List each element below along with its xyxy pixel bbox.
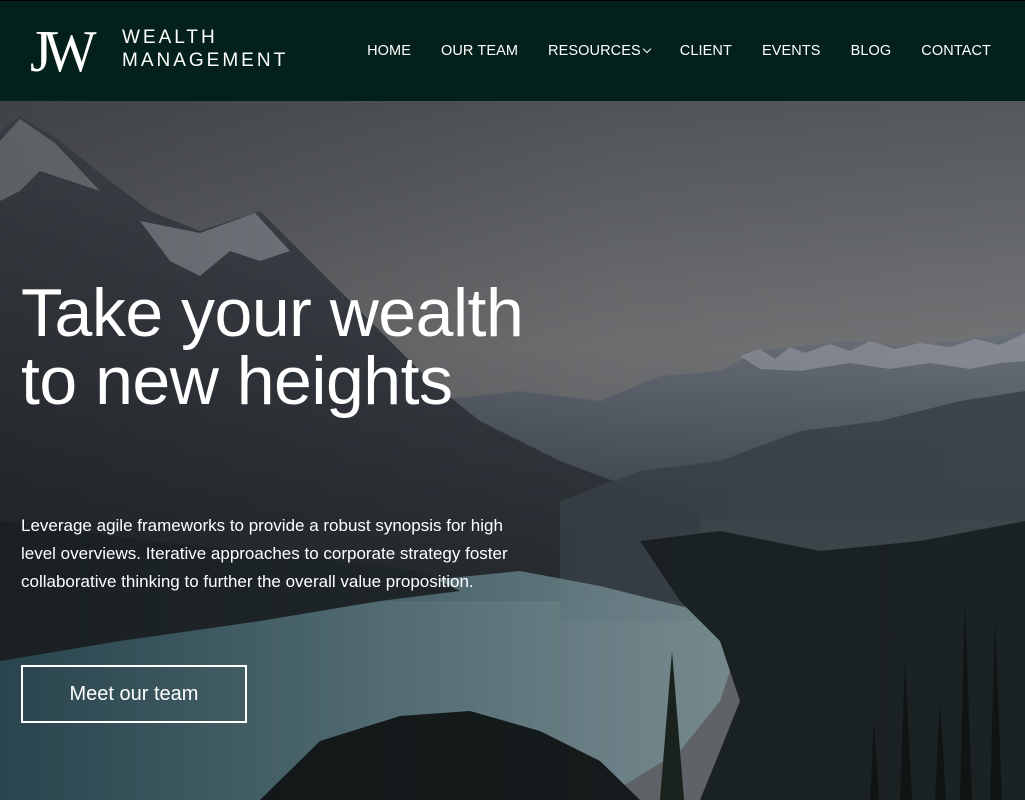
logo-wordmark: WEALTH MANAGEMENT xyxy=(122,26,288,72)
hero-title: Take your wealth to new heights xyxy=(21,275,524,419)
nav-item-label: CLIENT xyxy=(679,43,732,59)
site-header: JW WEALTH MANAGEMENT HOME OUR TEAM RESOU… xyxy=(0,0,1025,101)
nav-item-blog[interactable]: BLOG xyxy=(851,43,892,59)
logo-word-management: MANAGEMENT xyxy=(122,50,289,71)
main-nav: HOME OUR TEAM RESOURCES CLIENT EVENTS BL… xyxy=(367,43,991,59)
hero-description: Leverage agile frameworks to provide a r… xyxy=(21,516,508,591)
nav-item-label: OUR TEAM xyxy=(440,43,519,59)
nav-item-label: HOME xyxy=(367,43,411,59)
nav-item-client[interactable]: CLIENT xyxy=(680,43,732,59)
nav-item-contact[interactable]: CONTACT xyxy=(921,43,991,59)
chevron-down-icon xyxy=(642,44,652,54)
logo-word-wealth: WEALTH xyxy=(122,27,218,48)
nav-item-our-team[interactable]: OUR TEAM xyxy=(441,43,518,59)
logo-monogram: JW xyxy=(30,19,97,85)
nav-item-label: RESOURCES xyxy=(548,43,641,59)
hero-section: Take your wealth to new heights Leverage… xyxy=(0,101,1025,800)
nav-item-label: CONTACT xyxy=(921,43,991,59)
nav-item-label: EVENTS xyxy=(761,43,821,59)
nav-item-home[interactable]: HOME xyxy=(367,43,411,59)
nav-item-events[interactable]: EVENTS xyxy=(762,43,821,59)
page: JW WEALTH MANAGEMENT HOME OUR TEAM RESOU… xyxy=(0,0,1025,800)
logo[interactable]: JW WEALTH MANAGEMENT xyxy=(30,21,288,83)
nav-item-label: BLOG xyxy=(850,43,892,59)
nav-item-resources[interactable]: RESOURCES xyxy=(548,43,652,59)
meet-our-team-button[interactable]: Meet our team xyxy=(21,665,247,723)
